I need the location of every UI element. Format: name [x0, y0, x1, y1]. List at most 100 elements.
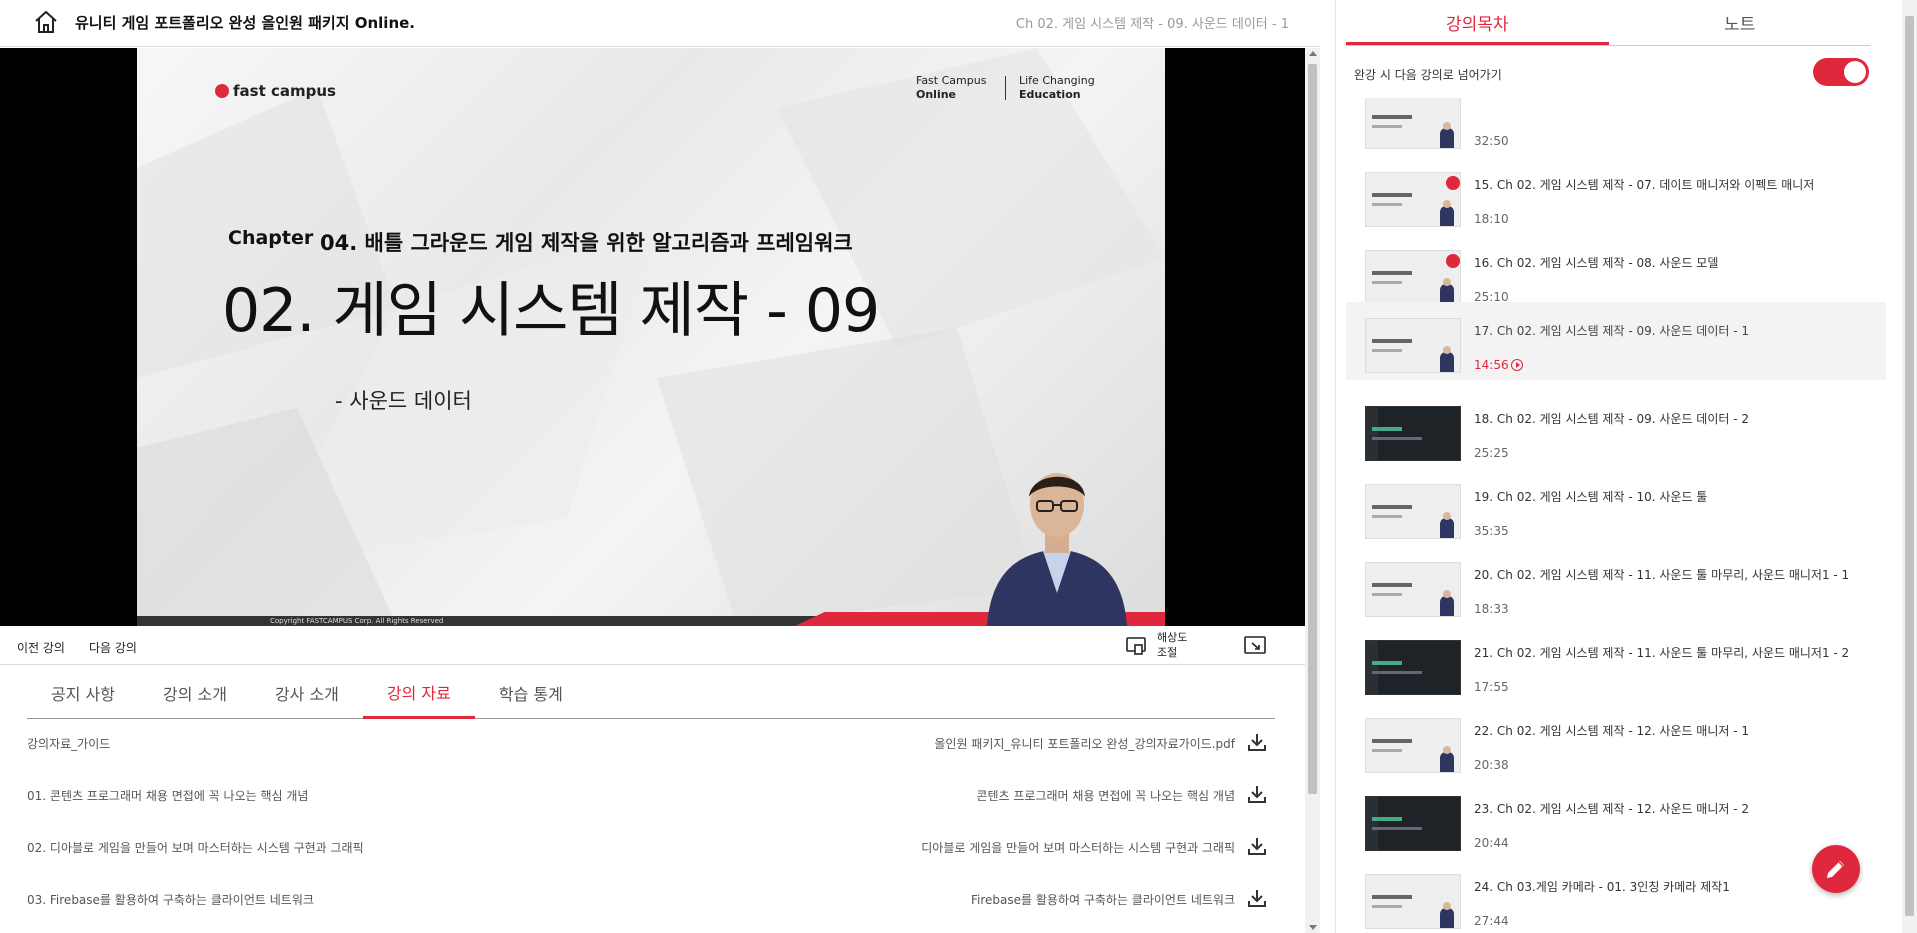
lecture-thumbnail	[1365, 406, 1461, 461]
lecture-duration: 25:25	[1474, 446, 1509, 460]
lecture-item[interactable]: 15. Ch 02. 게임 시스템 제작 - 07. 데이트 매니저와 이펙트 …	[1346, 156, 1886, 234]
material-name: 03. Firebase를 활용하여 구축하는 클라이언트 네트워크	[27, 893, 314, 907]
material-file-link[interactable]: 콘텐츠 프로그래머 채용 면접에 꼭 나오는 핵심 개념	[976, 787, 1235, 804]
current-lecture-title: Ch 02. 게임 시스템 제작 - 09. 사운드 데이터 - 1	[1015, 17, 1289, 32]
lecture-title: 21. Ch 02. 게임 시스템 제작 - 11. 사운드 툴 마무리, 사운…	[1474, 646, 1850, 660]
tab-stats[interactable]: 학습 통계	[475, 667, 587, 719]
tab-label: 강의 소개	[162, 685, 227, 704]
video-player[interactable]: fast campus Fast Campus Online Life Chan…	[0, 48, 1305, 626]
chapter-subtitle: 04. 배틀 그라운드 게임 제작을 위한 알고리즘과 프레임워크	[320, 231, 853, 255]
resolution-icon[interactable]	[1126, 637, 1146, 655]
slide-title: 02. 게임 시스템 제작 - 09	[222, 276, 880, 346]
top-bar: 유니티 게임 포트폴리오 완성 올인원 패키지 Online. Ch 02. 게…	[0, 0, 1320, 47]
scroll-down-arrow-icon[interactable]	[1309, 925, 1317, 930]
home-icon[interactable]	[33, 10, 59, 34]
material-name: 02. 디아블로 게임을 만들어 보며 마스터하는 시스템 구현과 그래픽	[27, 841, 364, 855]
lecture-thumbnail	[1365, 484, 1461, 539]
lecture-thumbnail	[1365, 98, 1461, 149]
picture-in-picture-icon[interactable]	[1244, 636, 1266, 656]
tab-materials[interactable]: 강의 자료	[362, 667, 475, 719]
download-icon[interactable]	[1247, 836, 1267, 856]
resolution-button[interactable]: 해상도 조절	[1157, 630, 1197, 660]
lecture-duration: 20:38	[1474, 758, 1509, 772]
sidebar-tabs: 강의목차 노트	[1346, 0, 1871, 46]
chapter-label: Chapter	[228, 227, 314, 249]
tab-notes[interactable]: 노트	[1609, 0, 1872, 45]
lecture-title: 24. Ch 03.게임 카메라 - 01. 3인칭 카메라 제작1	[1474, 880, 1730, 894]
resolution-label-line1: 해상도	[1157, 631, 1188, 644]
lecture-duration: 18:33	[1474, 602, 1509, 616]
lecture-title: 22. Ch 02. 게임 시스템 제작 - 12. 사운드 매니저 - 1	[1474, 724, 1750, 738]
lecture-item-current[interactable]: 17. Ch 02. 게임 시스템 제작 - 09. 사운드 데이터 - 1 1…	[1346, 302, 1886, 380]
next-lecture-button[interactable]: 다음 강의	[89, 639, 137, 656]
sidebar-scrollbar[interactable]	[1902, 0, 1917, 933]
material-name: 강의자료_가이드	[27, 737, 111, 751]
lecture-duration: 17:55	[1474, 680, 1509, 694]
scrollbar-thumb[interactable]	[1308, 64, 1317, 794]
lecture-item[interactable]: 16. Ch 02. 게임 시스템 제작 - 08. 사운드 모델 25:10	[1346, 234, 1886, 312]
material-row: 강의자료_가이드 올인원 패키지_유니티 포트폴리오 완성_강의자료가이드.pd…	[27, 719, 1275, 771]
lecture-thumbnail	[1365, 640, 1461, 695]
lecture-title: 15. Ch 02. 게임 시스템 제작 - 07. 데이트 매니저와 이펙트 …	[1474, 178, 1815, 192]
lecture-duration: 27:44	[1474, 914, 1509, 928]
brand-tagline-line2: Education	[1019, 88, 1081, 101]
lecture-item[interactable]: 20. Ch 02. 게임 시스템 제작 - 11. 사운드 툴 마무리, 사운…	[1346, 546, 1886, 624]
download-icon[interactable]	[1247, 732, 1267, 752]
material-row: 01. 콘텐츠 프로그래머 채용 면접에 꼭 나오는 핵심 개념 콘텐츠 프로그…	[27, 771, 1275, 823]
main-panel: 유니티 게임 포트폴리오 완성 올인원 패키지 Online. Ch 02. 게…	[0, 0, 1320, 933]
toggle-knob	[1844, 61, 1866, 83]
lecture-info-tabs: 공지 사항 강의 소개 강사 소개 강의 자료 학습 통계	[27, 667, 1275, 719]
material-file-link[interactable]: 올인원 패키지_유니티 포트폴리오 완성_강의자료가이드.pdf	[934, 735, 1235, 752]
tab-label: 학습 통계	[498, 685, 563, 704]
download-icon[interactable]	[1247, 888, 1267, 908]
brand-tagline-line1: Life Changing	[1019, 74, 1095, 87]
scroll-up-arrow-icon[interactable]	[1309, 51, 1317, 56]
brand-online: Fast Campus Online	[916, 74, 986, 102]
download-icon[interactable]	[1247, 784, 1267, 804]
lecture-item[interactable]: 24. Ch 03.게임 카메라 - 01. 3인칭 카메라 제작1 27:44	[1346, 858, 1886, 933]
lecture-duration: 18:10	[1474, 212, 1509, 226]
autoplay-toggle[interactable]	[1813, 58, 1869, 86]
player-control-bar: 이전 강의 다음 강의 해상도 조절	[0, 627, 1305, 665]
lecture-title: 17. Ch 02. 게임 시스템 제작 - 09. 사운드 데이터 - 1	[1474, 324, 1750, 338]
lecture-item[interactable]: 18. Ch 02. 게임 시스템 제작 - 09. 사운드 데이터 - 2 2…	[1346, 390, 1886, 468]
lecture-slide: fast campus Fast Campus Online Life Chan…	[137, 48, 1165, 626]
lecture-duration-text: 14:56	[1474, 358, 1509, 372]
completed-check-icon	[1446, 176, 1460, 190]
lecture-item[interactable]: 21. Ch 02. 게임 시스템 제작 - 11. 사운드 툴 마무리, 사운…	[1346, 624, 1886, 702]
edit-note-button[interactable]	[1812, 845, 1860, 893]
tab-course-intro[interactable]: 강의 소개	[139, 667, 251, 719]
lecture-thumbnail	[1365, 796, 1461, 851]
lecture-title: 20. Ch 02. 게임 시스템 제작 - 11. 사운드 툴 마무리, 사운…	[1474, 568, 1850, 582]
tab-instructor[interactable]: 강사 소개	[251, 667, 363, 719]
lecture-item[interactable]: 23. Ch 02. 게임 시스템 제작 - 12. 사운드 매니저 - 2 2…	[1346, 780, 1886, 858]
autoplay-label: 완강 시 다음 강의로 넘어가기	[1354, 68, 1502, 82]
tab-label: 공지 사항	[51, 685, 115, 704]
main-scrollbar[interactable]	[1305, 48, 1320, 933]
lecture-item[interactable]: 32:50	[1346, 98, 1886, 156]
prev-lecture-button[interactable]: 이전 강의	[17, 639, 65, 656]
lecture-item[interactable]: 19. Ch 02. 게임 시스템 제작 - 10. 사운드 툴 35:35	[1346, 468, 1886, 546]
tab-curriculum[interactable]: 강의목차	[1346, 0, 1609, 45]
material-row: 03. Firebase를 활용하여 구축하는 클라이언트 네트워크 Fireb…	[27, 875, 1275, 927]
lecture-duration: 14:56	[1474, 358, 1523, 372]
completed-check-icon	[1446, 254, 1460, 268]
tab-label: 강의 자료	[386, 683, 451, 703]
lecture-title: 18. Ch 02. 게임 시스템 제작 - 09. 사운드 데이터 - 2	[1474, 412, 1750, 426]
material-row: 02. 디아블로 게임을 만들어 보며 마스터하는 시스템 구현과 그래픽 디아…	[27, 823, 1275, 875]
course-title: 유니티 게임 포트폴리오 완성 올인원 패키지 Online.	[75, 14, 415, 32]
fastcampus-logo-icon	[215, 84, 229, 98]
now-playing-icon	[1510, 359, 1523, 371]
lecture-item[interactable]: 22. Ch 02. 게임 시스템 제작 - 12. 사운드 매니저 - 1 2…	[1346, 702, 1886, 780]
tab-label: 강사 소개	[274, 685, 339, 704]
presenter-image	[987, 473, 1127, 626]
brand-divider	[1005, 76, 1006, 100]
lecture-thumbnail	[1365, 562, 1461, 617]
lecture-thumbnail	[1365, 718, 1461, 773]
scrollbar-thumb[interactable]	[1905, 16, 1914, 916]
material-file-link[interactable]: Firebase를 활용하여 구축하는 클라이언트 네트워크	[971, 891, 1235, 908]
lecture-duration: 35:35	[1474, 524, 1509, 538]
lecture-title: 23. Ch 02. 게임 시스템 제작 - 12. 사운드 매니저 - 2	[1474, 802, 1750, 816]
tab-notice[interactable]: 공지 사항	[27, 667, 139, 719]
material-file-link[interactable]: 디아블로 게임을 만들어 보며 마스터하는 시스템 구현과 그래픽	[921, 839, 1235, 856]
